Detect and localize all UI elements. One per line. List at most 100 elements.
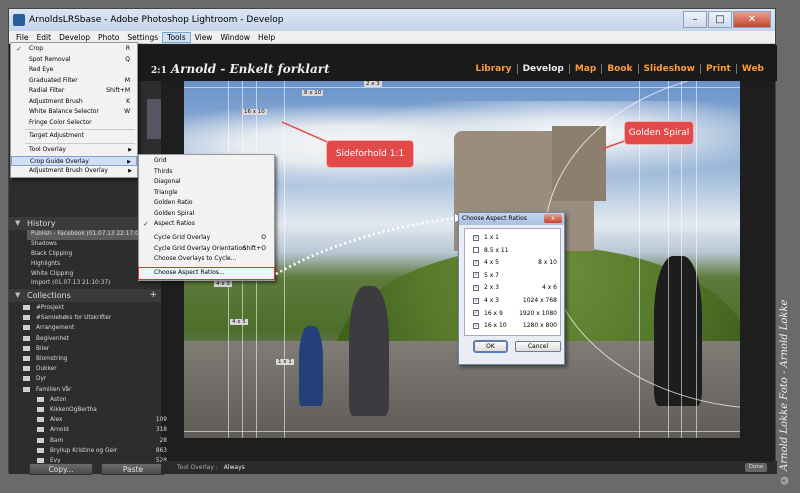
aspect-ratio-checkbox[interactable] bbox=[473, 247, 479, 254]
module-map[interactable]: Map bbox=[568, 64, 601, 74]
history-item[interactable]: Publish - Facebook (01.07.13 22:17:08) bbox=[27, 230, 155, 240]
collections-header[interactable]: ▼ Collections + bbox=[9, 289, 161, 302]
submenu-item[interactable]: Golden Ratio bbox=[139, 198, 274, 209]
collection-item[interactable]: Arnold 318 bbox=[37, 425, 173, 436]
menu-shortcut: O bbox=[261, 234, 266, 241]
collection-item[interactable]: Blomstring bbox=[23, 354, 159, 365]
ratio-label: 2 x 3 bbox=[364, 81, 382, 87]
aspect-ratio-checkbox[interactable]: ✓ bbox=[473, 272, 479, 279]
submenu-item[interactable]: Grid bbox=[139, 156, 274, 167]
submenu-item[interactable]: Cycle Grid Overlay O bbox=[139, 233, 274, 244]
collection-item[interactable]: Biler bbox=[23, 344, 159, 355]
aspect-ratio-checkbox[interactable]: ✓ bbox=[473, 310, 479, 317]
collection-item[interactable]: Familien Vår bbox=[23, 385, 159, 396]
submenu-item[interactable]: ✓ Aspect Ratios bbox=[139, 219, 274, 230]
menu-settings[interactable]: Settings bbox=[123, 33, 162, 42]
tools-menu-item[interactable]: White Balance Selector W bbox=[11, 107, 137, 118]
tools-menu-item[interactable]: Adjustment Brush K bbox=[11, 97, 137, 108]
collection-count: 863 bbox=[155, 447, 167, 454]
submenu-item[interactable]: Golden Spiral bbox=[139, 209, 274, 220]
collection-item[interactable]: Arrangement bbox=[23, 323, 159, 334]
menu-view[interactable]: View bbox=[191, 33, 217, 42]
menu-edit[interactable]: Edit bbox=[33, 33, 56, 42]
aspect-ratio-row[interactable]: ✓ 2 x 3 4 x 6 bbox=[473, 283, 561, 293]
menu-help[interactable]: Help bbox=[254, 33, 279, 42]
menu-tools[interactable]: Tools bbox=[162, 31, 191, 43]
ok-button[interactable]: OK bbox=[473, 340, 508, 353]
cancel-button[interactable]: Cancel bbox=[515, 341, 561, 352]
tools-menu-item[interactable]: Adjustment Brush Overlay ▶ bbox=[11, 166, 137, 177]
tools-menu-item[interactable]: ✓ Crop R bbox=[11, 44, 137, 55]
module-print[interactable]: Print bbox=[700, 64, 736, 74]
minimize-button[interactable]: – bbox=[683, 11, 707, 28]
collection-item[interactable]: Aston bbox=[37, 395, 173, 406]
aspect-ratio-checkbox[interactable]: ✓ bbox=[473, 284, 479, 291]
aspect-ratio-checkbox[interactable]: ✓ bbox=[473, 259, 479, 266]
collection-item[interactable]: #Prosjekt bbox=[23, 303, 159, 314]
brand-name: Arnold - Enkelt forklart bbox=[170, 62, 330, 76]
collection-label: Dukker bbox=[36, 366, 57, 373]
paste-button[interactable]: Paste bbox=[101, 463, 165, 475]
submenu-item[interactable]: Triangle bbox=[139, 188, 274, 199]
dialog-close-button[interactable]: x bbox=[544, 214, 562, 223]
aspect-ratio-checkbox[interactable]: ✓ bbox=[473, 234, 479, 241]
photographer-watermark: © Arnold Lokke Foto - Arnold Lokke bbox=[779, 299, 790, 485]
collection-item[interactable]: Barn 28 bbox=[37, 436, 173, 447]
submenu-item[interactable]: Choose Overlays to Cycle... bbox=[139, 254, 274, 265]
ratio-label: 4 x 5 bbox=[230, 319, 248, 325]
submenu-item[interactable]: Diagonal bbox=[139, 177, 274, 188]
copy-button[interactable]: Copy... bbox=[29, 463, 93, 475]
submenu-arrow-icon: ▶ bbox=[128, 147, 132, 153]
aspect-ratio-row[interactable]: ✓ 16 x 9 1920 x 1080 bbox=[473, 309, 561, 319]
aspect-ratio-row[interactable]: ✓ 4 x 3 1024 x 768 bbox=[473, 296, 561, 306]
menu-file[interactable]: File bbox=[12, 33, 33, 42]
collection-item[interactable]: #Samlebøks for Utskrifter bbox=[23, 313, 159, 324]
aspect-ratio-row[interactable]: ✓ 5 x 7 bbox=[473, 271, 561, 281]
collection-item[interactable]: Dyr bbox=[23, 374, 159, 385]
menu-window[interactable]: Window bbox=[216, 33, 254, 42]
aspect-ratio-checkbox[interactable]: ✓ bbox=[473, 297, 479, 304]
dotted-connector-arrow bbox=[275, 214, 463, 276]
menu-shortcut: M bbox=[124, 76, 130, 84]
menu-photo[interactable]: Photo bbox=[94, 33, 123, 42]
module-library[interactable]: Library bbox=[470, 64, 516, 74]
choose-aspect-ratios-dialog: Choose Aspect Ratios x ✓ 1 x 1 8.5 x 11 ✓ 4 … bbox=[458, 212, 565, 365]
module-book[interactable]: Book bbox=[601, 64, 637, 74]
collection-item[interactable]: Begivenhet bbox=[23, 334, 159, 345]
module-slideshow[interactable]: Slideshow bbox=[637, 64, 700, 74]
tools-menu-item[interactable]: Tool Overlay ▶ bbox=[11, 145, 137, 156]
child-walking bbox=[299, 326, 323, 406]
tools-menu-item[interactable]: Radial Filter Shift+M bbox=[11, 86, 137, 97]
close-button[interactable]: ✕ bbox=[733, 11, 771, 28]
collection-item[interactable]: KikkenOgBertha bbox=[37, 405, 173, 416]
choose-aspect-ratios-item[interactable]: Choose Aspect Ratios... bbox=[138, 267, 275, 280]
aspect-ratio-row[interactable]: ✓ 1 x 1 bbox=[473, 233, 561, 243]
module-web[interactable]: Web bbox=[735, 64, 769, 74]
tool-overlay-select[interactable]: Always bbox=[224, 464, 245, 471]
collection-item[interactable]: Alex 109 bbox=[37, 415, 173, 426]
aspect-ratio-label: 8.5 x 11 bbox=[484, 246, 509, 254]
tools-menu-item-crop-guide[interactable]: Crop Guide Overlay ▶ bbox=[11, 155, 137, 166]
add-collection-icon[interactable]: + bbox=[149, 289, 157, 302]
aspect-ratio-row[interactable]: 8.5 x 11 bbox=[473, 246, 561, 256]
tools-menu-item[interactable]: Graduated Filter M bbox=[11, 76, 137, 87]
aspect-ratio-row[interactable]: ✓ 4 x 5 8 x 10 bbox=[473, 258, 561, 268]
aspect-ratio-row[interactable]: ✓ 16 x 10 1280 x 800 bbox=[473, 321, 561, 331]
navigator-thumbnail[interactable] bbox=[147, 99, 161, 139]
submenu-item[interactable]: Thirds bbox=[139, 167, 274, 178]
tools-menu-item[interactable]: Fringe Color Selector bbox=[11, 118, 137, 129]
collection-item[interactable]: Bryllup Kristine og Geir 863 bbox=[37, 446, 173, 457]
submenu-item[interactable]: Cycle Grid Overlay Orientation Shift+O bbox=[139, 244, 274, 255]
done-button[interactable]: Done bbox=[745, 463, 767, 472]
collection-label: Bryllup Kristine og Geir bbox=[50, 447, 118, 454]
maximize-button[interactable]: □ bbox=[708, 11, 732, 28]
tools-menu-item[interactable]: Red Eye bbox=[11, 65, 137, 76]
tools-menu-item[interactable]: Spot Removal Q bbox=[11, 55, 137, 66]
collection-item[interactable]: Dukker bbox=[23, 364, 159, 375]
module-develop[interactable]: Develop bbox=[516, 64, 569, 74]
aspect-ratio-checkbox[interactable]: ✓ bbox=[473, 322, 479, 329]
collection-count: 109 bbox=[155, 417, 167, 424]
tools-menu-item[interactable]: Target Adjustment bbox=[11, 131, 137, 142]
aspect-ratio-label: 16 x 10 bbox=[484, 322, 507, 330]
menu-develop[interactable]: Develop bbox=[55, 33, 94, 42]
